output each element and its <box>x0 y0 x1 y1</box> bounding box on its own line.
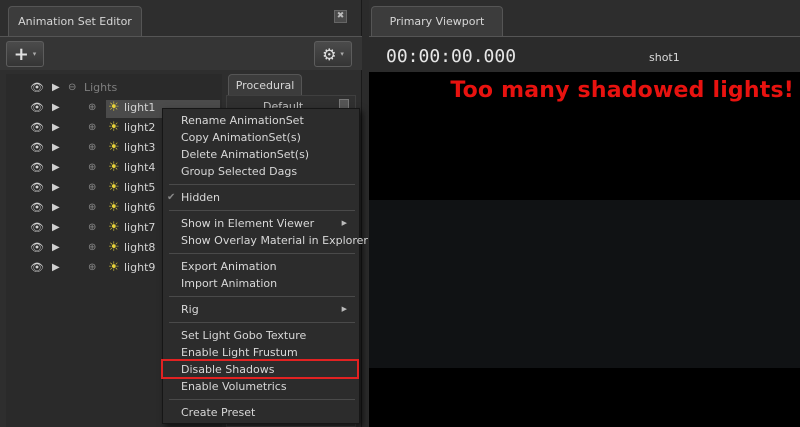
tab-animation-set-editor[interactable]: Animation Set Editor <box>8 6 142 36</box>
tree-item-label: light6 <box>124 200 156 214</box>
submenu-arrow-icon: ▶ <box>341 219 347 227</box>
tree-item-label: light5 <box>124 180 156 194</box>
light-icon: ☀ <box>108 199 120 215</box>
menu-item-rig[interactable]: Rig <box>181 301 199 318</box>
tab-procedural[interactable]: Procedural <box>228 74 302 96</box>
submenu-arrow-icon: ▶ <box>341 305 347 313</box>
light-icon: ☀ <box>108 139 120 155</box>
timecode-display: 00:00:00.000 <box>386 46 517 67</box>
chevron-down-icon: ▾ <box>340 50 344 58</box>
menu-item-copy-animationsets[interactable]: Copy AnimationSet(s) <box>181 129 301 146</box>
cursor-icon[interactable]: ▶ <box>52 82 60 93</box>
tab-label: Procedural <box>235 79 295 92</box>
cursor-icon[interactable]: ▶ <box>52 142 60 153</box>
cursor-icon[interactable]: ▶ <box>52 222 60 233</box>
light-icon: ☀ <box>108 219 120 235</box>
group-label: Lights <box>84 80 118 94</box>
tree-item-label: light7 <box>124 220 156 234</box>
menu-separator <box>169 296 355 297</box>
expand-icon[interactable]: ⊕ <box>88 162 96 173</box>
light-icon: ☀ <box>108 119 120 135</box>
light-icon: ☀ <box>108 99 120 115</box>
expand-icon[interactable]: ⊕ <box>88 222 96 233</box>
menu-item-enable-volumetrics[interactable]: Enable Volumetrics <box>181 378 287 395</box>
eye-icon[interactable]: 👁 <box>30 201 44 214</box>
menu-item-create-preset[interactable]: Create Preset <box>181 404 255 421</box>
tab-primary-viewport[interactable]: Primary Viewport <box>371 6 503 36</box>
collapse-icon[interactable]: ⊖ <box>68 82 76 93</box>
menu-item-hidden[interactable]: Hidden <box>181 189 220 206</box>
tree-item-label: light8 <box>124 240 156 254</box>
menu-item-rename-animationset[interactable]: Rename AnimationSet <box>181 112 304 129</box>
shot-name: shot1 <box>649 51 680 64</box>
light-icon: ☀ <box>108 159 120 175</box>
eye-icon[interactable]: 👁 <box>30 161 44 174</box>
tree-item-label: light4 <box>124 160 156 174</box>
menu-item-set-light-gobo-texture[interactable]: Set Light Gobo Texture <box>181 327 306 344</box>
highlight-annotation-box <box>161 359 359 379</box>
expand-icon[interactable]: ⊕ <box>88 202 96 213</box>
light-icon: ☀ <box>108 239 120 255</box>
menu-separator <box>169 210 355 211</box>
toolbar: + ▾ ⚙ ▾ <box>0 36 362 70</box>
check-icon: ✔ <box>167 192 176 203</box>
menu-item-export-animation[interactable]: Export Animation <box>181 258 277 275</box>
expand-icon[interactable]: ⊕ <box>88 102 96 113</box>
menu-item-show-in-element-viewer[interactable]: Show in Element Viewer <box>181 215 314 232</box>
cursor-icon[interactable]: ▶ <box>52 262 60 273</box>
menu-separator <box>169 253 355 254</box>
tree-item-label: light1 <box>124 100 156 114</box>
expand-icon[interactable]: ⊕ <box>88 122 96 133</box>
menu-item-show-overlay-material[interactable]: Show Overlay Material in Explorer <box>181 232 368 249</box>
eye-icon[interactable]: 👁 <box>30 141 44 154</box>
eye-icon[interactable]: 👁 <box>30 181 44 194</box>
tree-group-lights[interactable]: 👁 ▶ ⊖ Lights <box>6 77 222 97</box>
tab-label: Primary Viewport <box>389 15 485 28</box>
eye-icon[interactable]: 👁 <box>30 121 44 134</box>
settings-button[interactable]: ⚙ ▾ <box>314 41 352 67</box>
context-menu: Rename AnimationSet Copy AnimationSet(s)… <box>161 108 368 424</box>
menu-item-import-animation[interactable]: Import Animation <box>181 275 277 292</box>
primary-viewport-panel: Primary Viewport 00:00:00.000 shot1 Too … <box>369 0 800 427</box>
eye-icon[interactable]: 👁 <box>30 261 44 274</box>
cursor-icon[interactable]: ▶ <box>52 102 60 113</box>
eye-icon[interactable]: 👁 <box>30 101 44 114</box>
shadow-warning-text: Too many shadowed lights! <box>450 78 794 103</box>
menu-separator <box>169 184 355 185</box>
menu-separator <box>169 399 355 400</box>
menu-item-group-selected-dags[interactable]: Group Selected Dags <box>181 163 297 180</box>
tree-item-label: light2 <box>124 120 156 134</box>
eye-icon[interactable]: 👁 <box>30 81 44 94</box>
expand-icon[interactable]: ⊕ <box>88 142 96 153</box>
tree-item-label: light3 <box>124 140 156 154</box>
tab-label: Animation Set Editor <box>18 15 132 28</box>
tree-item-label: light9 <box>124 260 156 274</box>
chevron-down-icon: ▾ <box>32 50 37 58</box>
light-icon: ☀ <box>108 259 120 275</box>
expand-icon[interactable]: ⊕ <box>88 242 96 253</box>
light-icon: ☀ <box>108 179 120 195</box>
animation-set-editor-panel: Animation Set Editor ✖ + ▾ ⚙ ▾ 👁 ▶ ⊖ Lig… <box>0 0 368 427</box>
close-icon[interactable]: ✖ <box>334 10 347 23</box>
cursor-icon[interactable]: ▶ <box>52 202 60 213</box>
cursor-icon[interactable]: ▶ <box>52 242 60 253</box>
add-button[interactable]: + ▾ <box>6 41 44 67</box>
eye-icon[interactable]: 👁 <box>30 221 44 234</box>
menu-separator <box>169 322 355 323</box>
scene-floor <box>369 200 800 368</box>
cursor-icon[interactable]: ▶ <box>52 122 60 133</box>
cursor-icon[interactable]: ▶ <box>52 162 60 173</box>
viewport-header: 00:00:00.000 shot1 <box>369 36 800 72</box>
menu-item-delete-animationsets[interactable]: Delete AnimationSet(s) <box>181 146 309 163</box>
plus-icon: + <box>13 43 29 65</box>
expand-icon[interactable]: ⊕ <box>88 262 96 273</box>
eye-icon[interactable]: 👁 <box>30 241 44 254</box>
gear-icon: ⚙ <box>322 44 337 64</box>
expand-icon[interactable]: ⊕ <box>88 182 96 193</box>
cursor-icon[interactable]: ▶ <box>52 182 60 193</box>
viewport-canvas[interactable]: Too many shadowed lights! <box>369 72 800 427</box>
